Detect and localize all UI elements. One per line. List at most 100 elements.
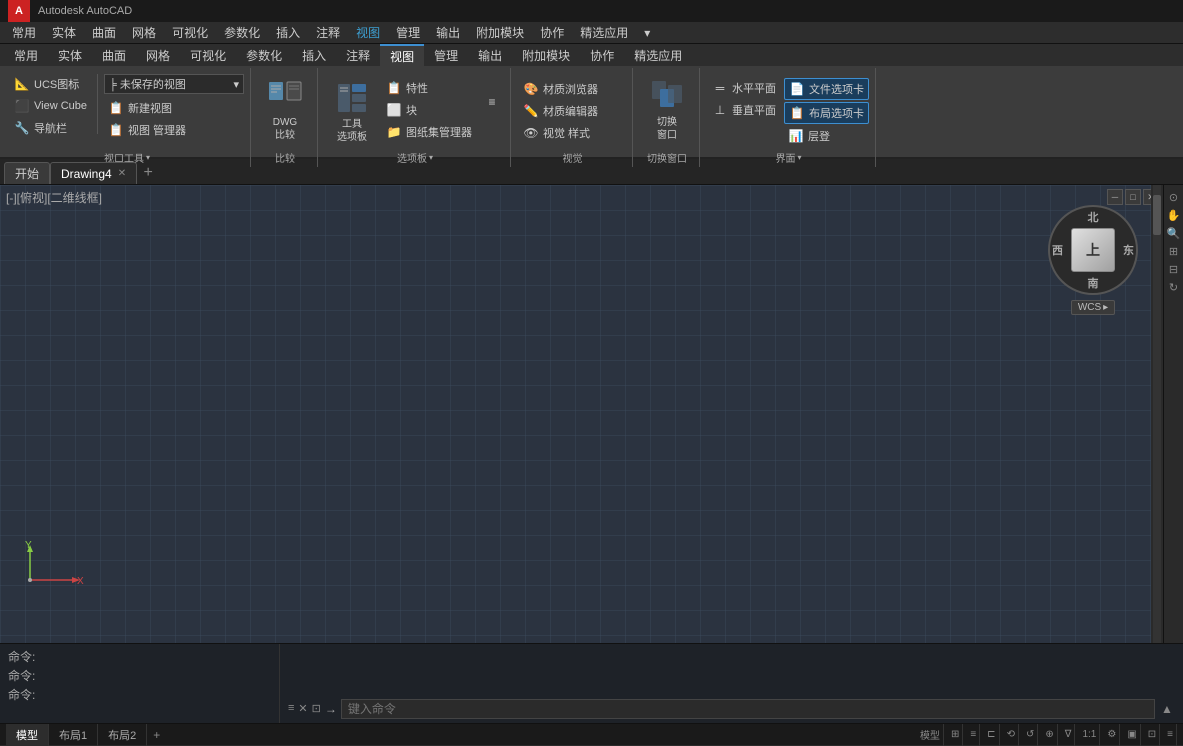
menu-featured[interactable]: 精选应用 [572,22,636,43]
ribbon-tab-insert[interactable]: 插入 [292,44,336,66]
group-title-interface[interactable]: 界面 ▾ [708,150,869,165]
canvas-area[interactable]: [-][俯视][二维线框] 北 南 西 东 上 WCS ▸ [0,185,1163,643]
viewport-maximize-btn[interactable]: □ [1125,189,1141,205]
ribbon-tab-solid[interactable]: 实体 [48,44,92,66]
command-input[interactable] [341,699,1155,719]
cmd-line-2: 命令: [8,667,271,686]
tab-add-button[interactable]: + [137,162,159,184]
rtool-pan[interactable]: ✋ [1166,207,1182,223]
new-view-icon: 📋 [108,100,124,116]
ribbon-tab-addons[interactable]: 附加模块 [512,44,580,66]
btn-navbar[interactable]: 🔧 导航栏 [10,118,91,138]
rtool-3d-orbit[interactable]: ↻ [1166,279,1182,295]
menu-collab[interactable]: 协作 [532,22,572,43]
btn-properties[interactable]: 📋 特性 [382,78,476,98]
statusbar-polar-btn[interactable]: ⟲ [1004,724,1019,746]
cmd-expand-btn[interactable]: ≡ [288,702,294,714]
view-manager-icon: 📋 [108,122,124,138]
statusbar-ortho-btn[interactable]: ⊏ [984,724,999,746]
btn-switch-window[interactable]: 切换窗口 [641,72,693,146]
rtool-orbit[interactable]: ⊙ [1166,189,1182,205]
rtool-zoom-window[interactable]: ⊞ [1166,243,1182,259]
btn-dwg-compare[interactable]: DWG比较 [259,72,311,146]
scrollbar-thumb[interactable] [1153,195,1161,235]
ribbon-tab-visualize[interactable]: 可视化 [180,44,236,66]
ribbon-tab-view[interactable]: 视图 [380,44,424,66]
right-toolbar: ⊙ ✋ 🔍 ⊞ ⊟ ↻ [1163,185,1183,643]
ribbon-tab-collab[interactable]: 协作 [580,44,624,66]
app-logo: A [8,0,30,22]
file-tab-icon: 📄 [789,81,805,97]
ribbon-tab-featured[interactable]: 精选应用 [624,44,692,66]
btn-visual-style[interactable]: 👁 视觉 样式 [519,123,626,143]
statusbar-workspace-btn[interactable]: ▣ [1124,724,1140,746]
btn-view-cube[interactable]: ⬛ View Cube [10,96,91,116]
rtool-zoom[interactable]: 🔍 [1166,225,1182,241]
tab-drawing4[interactable]: Drawing4 ✕ [50,162,137,184]
menu-mesh[interactable]: 网格 [124,22,164,43]
rtool-zoom-extents[interactable]: ⊟ [1166,261,1182,277]
statusbar-ducs-btn[interactable]: ∇ [1062,724,1076,746]
ribbon-tab-parametric[interactable]: 参数化 [236,44,292,66]
btn-ucs-icon[interactable]: 📐 UCS图标 [10,74,91,94]
btn-tool-palette[interactable]: 工具选项板 [326,74,378,148]
group-title-palettes[interactable]: 选项板 ▾ [326,150,504,165]
btn-more-palettes[interactable]: ≡ [480,92,504,112]
btn-material-editor[interactable]: ✏️ 材质编辑器 [519,101,626,121]
btn-vertical-plane[interactable]: ⊥ 垂直平面 [708,100,780,120]
menu-addons[interactable]: 附加模块 [468,22,532,43]
viewport-minimize-btn[interactable]: ─ [1107,189,1123,205]
cmd-dock-btn[interactable]: ⊡ [312,702,321,715]
tab-start[interactable]: 开始 [4,162,50,184]
menu-manage[interactable]: 管理 [388,22,428,43]
ribbon-tab-manage[interactable]: 管理 [424,44,468,66]
statusbar-settings-btn[interactable]: ⚙ [1104,724,1120,746]
btn-layer[interactable]: 📊 层登 [784,126,869,146]
material-browser-icon: 🎨 [523,81,539,97]
btn-file-tab[interactable]: 📄 文件选项卡 [784,78,869,100]
ribbon-tab-output[interactable]: 输出 [468,44,512,66]
statusbar-menu-btn[interactable]: ≡ [1164,724,1177,746]
menu-parametric[interactable]: 参数化 [216,22,268,43]
menu-output[interactable]: 输出 [428,22,468,43]
command-expand-btn[interactable]: ▲ [1159,701,1175,717]
viewcube-center[interactable]: 上 [1071,228,1115,272]
ribbon-tab-annotate[interactable]: 注释 [336,44,380,66]
btn-material-browser[interactable]: 🎨 材质浏览器 [519,79,626,99]
command-area: 命令: 命令: 命令: ≡ ✕ ⊡ → ▲ [0,643,1183,723]
menu-surface[interactable]: 曲面 [84,22,124,43]
statusbar-grid-btn[interactable]: ⊞ [948,724,963,746]
btn-layout-tab[interactable]: 📋 布局选项卡 [784,102,869,124]
statusbar-osnap-btn[interactable]: ↺ [1023,724,1038,746]
tab-close-icon[interactable]: ✕ [118,168,126,179]
ribbon-tab-mesh[interactable]: 网格 [136,44,180,66]
btn-sheet-set[interactable]: 📁 图纸集管理器 [382,122,476,142]
menu-more[interactable]: ▾ [636,24,658,42]
statusbar-tab-layout2[interactable]: 布局2 [98,724,147,746]
command-prompt: → [325,702,337,716]
btn-view-manager[interactable]: 📋 视图 管理器 [104,120,244,140]
ribbon-tab-common[interactable]: 常用 [4,44,48,66]
wcs-badge[interactable]: WCS ▸ [1071,300,1115,315]
menu-visualize[interactable]: 可视化 [164,22,216,43]
statusbar-lock-btn[interactable]: ⊡ [1145,724,1160,746]
ribbon-tab-surface[interactable]: 曲面 [92,44,136,66]
statusbar-model-toggle[interactable]: 模型 [917,724,944,746]
view-dropdown[interactable]: ╞ 未保存的视图 ▾ [104,74,244,94]
statusbar-snap-btn[interactable]: ≡ [967,724,980,746]
btn-horizontal-plane[interactable]: ═ 水平平面 [708,78,780,98]
statusbar-scale[interactable]: 1:1 [1079,724,1100,746]
btn-blocks[interactable]: ⬜ 块 [382,100,476,120]
menu-common[interactable]: 常用 [4,22,44,43]
menu-insert[interactable]: 插入 [268,22,308,43]
menu-annotate[interactable]: 注释 [308,22,348,43]
statusbar-otrack-btn[interactable]: ⊕ [1042,724,1057,746]
cmd-customize-btn[interactable]: ✕ [298,702,307,715]
statusbar-tab-model[interactable]: 模型 [6,724,49,746]
menu-solid[interactable]: 实体 [44,22,84,43]
menu-view[interactable]: 视图 [348,22,388,43]
statusbar-tab-layout1[interactable]: 布局1 [49,724,98,746]
compass[interactable]: 北 南 西 东 上 [1048,205,1138,295]
statusbar-add-layout[interactable]: + [147,728,166,742]
btn-new-view[interactable]: 📋 新建视图 [104,98,244,118]
